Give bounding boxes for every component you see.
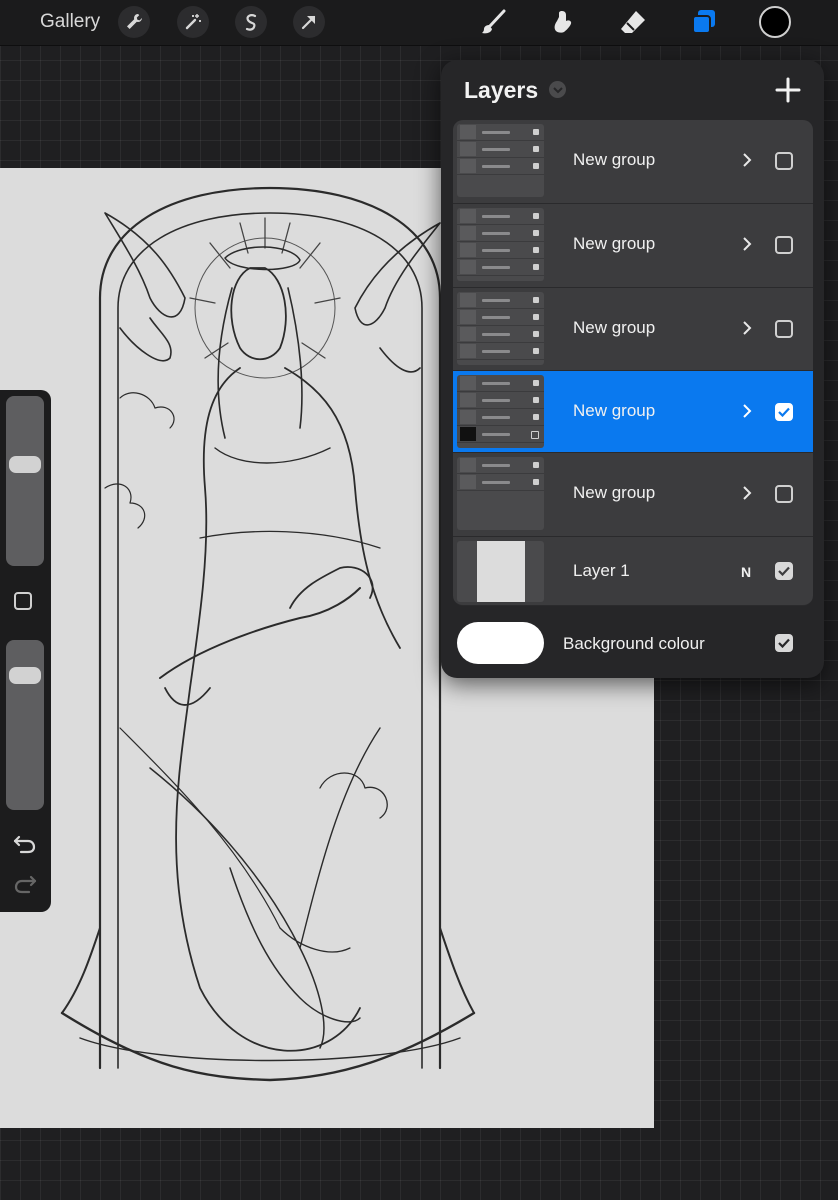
group-thumbnail (457, 124, 544, 197)
visibility-checkbox[interactable] (775, 152, 793, 170)
brush-size-thumb[interactable] (9, 456, 41, 473)
brush-size-slider[interactable] (6, 396, 44, 566)
layer-name: New group (573, 150, 656, 169)
chevron-right-icon[interactable] (741, 402, 753, 420)
layer-row-group-2[interactable]: New group (453, 204, 813, 288)
panel-title: Layers (464, 77, 539, 103)
color-swatch[interactable] (758, 5, 792, 39)
layer-row-group-5[interactable]: New group (453, 453, 813, 537)
plus-icon[interactable] (774, 76, 802, 104)
layer-name: Layer 1 (573, 561, 630, 580)
transform-arrow-icon[interactable] (293, 6, 325, 38)
layer-name: New group (573, 318, 656, 337)
layer-row-group-3[interactable]: New group (453, 288, 813, 371)
layer-name: New group (573, 234, 656, 253)
group-thumbnail (457, 375, 544, 448)
layers-icon[interactable] (688, 6, 720, 38)
opacity-thumb[interactable] (9, 667, 41, 684)
chevron-right-icon[interactable] (741, 151, 753, 169)
layer-name: New group (573, 483, 656, 502)
layer-thumbnail (457, 541, 544, 602)
layers-panel: Layers New group New group New group New… (441, 60, 824, 678)
visibility-checkbox[interactable] (775, 562, 793, 580)
chevron-right-icon[interactable] (741, 319, 753, 337)
selection-icon[interactable] (235, 6, 267, 38)
layer-row-group-4-selected[interactable]: New group (453, 371, 813, 453)
visibility-checkbox[interactable] (775, 320, 793, 338)
opacity-slider[interactable] (6, 640, 44, 810)
group-thumbnail (457, 292, 544, 365)
group-thumbnail (457, 208, 544, 281)
redo-icon[interactable] (12, 874, 38, 894)
group-thumbnail (457, 457, 544, 530)
undo-icon[interactable] (12, 834, 38, 854)
blend-mode-button[interactable]: N (741, 564, 751, 580)
chevron-right-icon[interactable] (741, 484, 753, 502)
visibility-checkbox[interactable] (775, 485, 793, 503)
background-colour-swatch[interactable] (457, 622, 544, 664)
gallery-button[interactable]: Gallery (40, 11, 100, 33)
chevron-down-icon[interactable] (549, 81, 566, 98)
brush-icon[interactable] (478, 6, 510, 38)
wrench-icon[interactable] (118, 6, 150, 38)
top-toolbar: Gallery (0, 0, 838, 46)
layer-name: New group (573, 401, 656, 420)
modify-button[interactable] (14, 592, 32, 610)
background-colour-row[interactable]: Background colour (453, 620, 813, 668)
visibility-checkbox[interactable] (775, 236, 793, 254)
background-colour-label: Background colour (563, 634, 705, 653)
smudge-icon[interactable] (548, 6, 580, 38)
layer-row-layer-1[interactable]: Layer 1 N (453, 537, 813, 606)
visibility-checkbox[interactable] (775, 403, 793, 421)
left-sidebar (0, 390, 51, 912)
eraser-icon[interactable] (617, 6, 649, 38)
chevron-right-icon[interactable] (741, 235, 753, 253)
layer-row-group-1[interactable]: New group (453, 120, 813, 204)
visibility-checkbox[interactable] (775, 634, 793, 652)
magic-wand-icon[interactable] (177, 6, 209, 38)
